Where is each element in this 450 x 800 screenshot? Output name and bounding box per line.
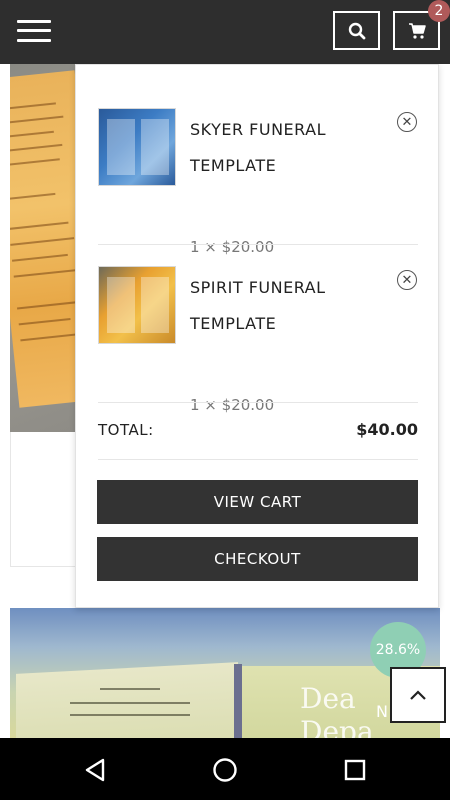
checkout-button[interactable]: CHECKOUT <box>97 537 418 581</box>
chevron-up-icon <box>410 690 426 700</box>
back-triangle-icon <box>85 758 105 782</box>
divider <box>98 459 418 460</box>
recents-square-icon <box>344 759 366 781</box>
top-bar <box>0 0 450 64</box>
search-icon <box>348 22 365 39</box>
shopping-cart-icon <box>408 22 426 39</box>
cart-item-title[interactable]: SPIRIT FUNERAL TEMPLATE <box>190 270 390 342</box>
search-button[interactable] <box>333 11 380 50</box>
total-value: $40.00 <box>356 420 418 439</box>
divider <box>98 244 418 245</box>
cart-item: SKYER FUNERAL TEMPLATE 1 × $20.00 ✕ <box>98 108 418 256</box>
remove-item-button[interactable]: ✕ <box>397 112 417 132</box>
cart-item: SPIRIT FUNERAL TEMPLATE 1 × $20.00 ✕ <box>98 266 418 414</box>
cart-item-quantity-price: 1 × $20.00 <box>190 238 275 256</box>
product-image[interactable] <box>10 64 76 432</box>
view-cart-button[interactable]: VIEW CART <box>97 480 418 524</box>
divider <box>98 402 418 403</box>
cart-item-quantity-price: 1 × $20.00 <box>190 396 275 414</box>
product-thumbnail[interactable] <box>98 266 176 344</box>
scroll-to-top-button[interactable] <box>390 667 446 723</box>
product-thumbnail[interactable] <box>98 108 176 186</box>
hamburger-menu-icon[interactable] <box>17 18 51 44</box>
close-circle-icon: ✕ <box>401 272 413 288</box>
home-button[interactable] <box>210 755 240 785</box>
remove-item-button[interactable]: ✕ <box>397 270 417 290</box>
cart-count-badge: 2 <box>428 0 450 22</box>
recents-button[interactable] <box>340 755 370 785</box>
home-circle-icon <box>213 758 237 782</box>
back-button[interactable] <box>80 755 110 785</box>
cart-item-title[interactable]: SKYER FUNERAL TEMPLATE <box>190 112 390 184</box>
close-circle-icon: ✕ <box>401 114 413 130</box>
new-label: N <box>376 702 388 721</box>
total-label: TOTAL: <box>98 421 154 439</box>
mini-cart-dropdown: SKYER FUNERAL TEMPLATE 1 × $20.00 ✕ SPIR… <box>75 64 439 608</box>
android-nav-bar <box>0 738 450 800</box>
